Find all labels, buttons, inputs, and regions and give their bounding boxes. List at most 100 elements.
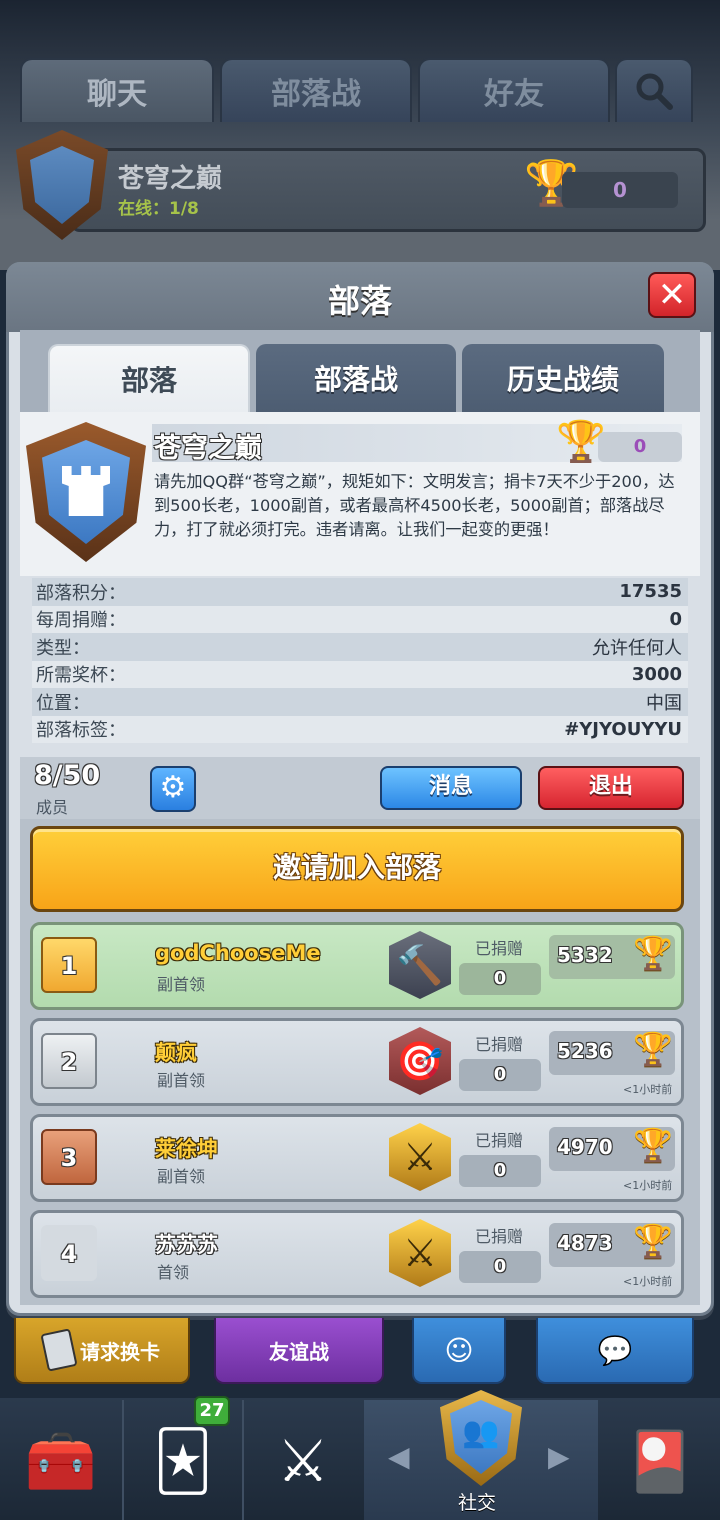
stat-value: 允许任何人: [592, 637, 682, 659]
chat-button[interactable]: 💬: [536, 1318, 694, 1384]
nav-battle[interactable]: ⚔: [244, 1402, 362, 1520]
smiley-chat-icon: ☺: [444, 1333, 474, 1367]
chat-bubble-icon: 💬: [597, 1333, 633, 1367]
stat-value: 中国: [646, 692, 682, 714]
stat-value: 3000: [631, 663, 682, 685]
nav-social-label: 社交: [458, 1492, 497, 1514]
member-name: 苏苏苏: [155, 1233, 218, 1257]
cards-count-badge: 27: [194, 1396, 230, 1426]
tower-icon: [62, 466, 110, 516]
friendly-battle-button[interactable]: 友谊战: [214, 1318, 384, 1384]
tab-clan-war-info[interactable]: 部落战: [256, 344, 456, 412]
member-label: 成员: [36, 798, 69, 817]
stat-value[interactable]: #YJYOUYYU: [564, 719, 682, 740]
treasure-chest-icon: 🧰: [24, 1427, 98, 1495]
member-row[interactable]: 1 godChooseMe 副首领 🔨 已捐赠 0 5332 🏆: [30, 922, 684, 1010]
member-trophies: 4873: [557, 1231, 613, 1255]
banner-clan-name: 苍穹之巅: [118, 164, 223, 194]
friendly-battle-label: 友谊战: [269, 1339, 329, 1364]
request-cards-label: 请求换卡: [80, 1339, 160, 1364]
card-icon: [40, 1328, 78, 1372]
member-trophies: 5332: [557, 943, 613, 967]
donated-label: 已捐赠: [475, 939, 524, 958]
last-seen: <1小时前: [623, 1179, 673, 1192]
target-icon: 🎯: [389, 1027, 451, 1095]
nav-shop[interactable]: 🧰: [0, 1402, 122, 1520]
donated-label: 已捐赠: [475, 1035, 524, 1054]
request-cards-button[interactable]: 请求换卡: [14, 1318, 190, 1384]
rank-badge: 2: [41, 1033, 97, 1089]
tab-chat[interactable]: 聊天: [20, 58, 214, 122]
donated-count: 0: [459, 1251, 541, 1283]
last-seen: <1小时前: [623, 1083, 673, 1096]
stat-label: 位置：: [36, 692, 90, 714]
panel-title: 部落: [327, 282, 392, 320]
stat-label: 部落积分：: [36, 582, 126, 604]
tab-friends[interactable]: 好友: [418, 58, 610, 122]
nav-events[interactable]: 🎴: [600, 1402, 720, 1520]
chevron-right-icon: ▶: [548, 1440, 570, 1473]
trophy-icon: 🏆: [633, 1126, 673, 1164]
stat-value: 17535: [619, 581, 682, 603]
donated-count: 0: [459, 1059, 541, 1091]
tab-war-history[interactable]: 历史战绩: [462, 344, 664, 412]
banner-war-trophies: 0: [562, 172, 678, 208]
member-row[interactable]: 3 莱徐坤 副首领 ⚔ 已捐赠 0 4970 🏆 <1小时前: [30, 1114, 684, 1202]
stat-value: 0: [669, 608, 682, 630]
message-button[interactable]: 消息: [380, 766, 522, 810]
clan-war-trophies: 0: [598, 432, 682, 462]
clan-name: 苍穹之巅: [154, 433, 262, 464]
search-icon: [636, 73, 673, 110]
stat-row-type: 类型： 允许任何人: [32, 633, 688, 661]
laurel-cards-icon: 🎴: [623, 1427, 697, 1495]
stat-row-location: 位置： 中国: [32, 688, 688, 716]
member-name: 颠疯: [155, 1041, 197, 1065]
member-row[interactable]: 2 颠疯 副首领 🎯 已捐赠 0 5236 🏆 <1小时前: [30, 1018, 684, 1106]
donated-count: 0: [459, 963, 541, 995]
stat-row-weekly-donations: 每周捐赠： 0: [32, 605, 688, 633]
emote-button[interactable]: ☺: [412, 1318, 506, 1384]
last-seen: <1小时前: [623, 1275, 673, 1288]
member-role: 副首领: [157, 975, 206, 994]
close-button[interactable]: ✕: [648, 272, 696, 318]
settings-button[interactable]: ⚙: [150, 766, 196, 812]
trophy-icon: 🏆: [633, 934, 673, 972]
stat-label: 所需奖杯：: [36, 665, 126, 687]
crossed-swords-icon: ⚔: [389, 1219, 451, 1287]
member-role: 首领: [157, 1263, 190, 1282]
gear-icon: ⚙: [159, 770, 187, 805]
member-count: 8/50: [34, 760, 101, 791]
member-trophies: 4970: [557, 1135, 613, 1159]
search-button[interactable]: [615, 58, 693, 122]
member-row[interactable]: 4 苏苏苏 首领 ⚔ 已捐赠 0 4873 🏆 <1小时前: [30, 1210, 684, 1298]
rank-badge: 1: [41, 937, 97, 993]
donated-label: 已捐赠: [475, 1131, 524, 1150]
invite-button[interactable]: 邀请加入部落: [30, 826, 684, 912]
stat-row-required-trophies: 所需奖杯： 3000: [32, 660, 688, 688]
chevron-left-icon: ◀: [388, 1440, 410, 1473]
stat-row-clan-tag: 部落标签： #YJYOUYYU: [32, 715, 688, 743]
leave-clan-button[interactable]: 退出: [538, 766, 684, 810]
stat-label: 每周捐赠：: [36, 610, 126, 632]
clan-stats: 部落积分： 17535 每周捐赠： 0 类型： 允许任何人 所需奖杯： 3000…: [32, 578, 688, 743]
trophy-icon: 🏆: [633, 1030, 673, 1068]
donated-count: 0: [459, 1155, 541, 1187]
stat-row-score: 部落积分： 17535: [32, 578, 688, 606]
hammer-icon: 🔨: [389, 931, 451, 999]
crossed-swords-icon: ⚔: [389, 1123, 451, 1191]
tab-clan-war[interactable]: 部落战: [220, 58, 412, 122]
cards-icon: 🃏: [153, 1427, 213, 1495]
tab-clan-info[interactable]: 部落: [48, 344, 250, 412]
member-role: 副首领: [157, 1071, 206, 1090]
stat-label: 类型：: [36, 637, 90, 659]
trophy-icon: 🏆: [633, 1222, 673, 1260]
banner-online-count: 在线：1/8: [118, 199, 199, 219]
clan-description: 请先加QQ群“苍穹之巅”，规矩如下：文明发言；捐卡7天不少于200，达到500长…: [154, 472, 675, 539]
member-name: godChooseMe: [155, 941, 321, 965]
stat-label: 部落标签：: [36, 720, 126, 742]
member-role: 副首领: [157, 1167, 206, 1186]
member-name: 莱徐坤: [155, 1137, 218, 1161]
rank-badge: 4: [41, 1225, 97, 1281]
rank-badge: 3: [41, 1129, 97, 1185]
donated-label: 已捐赠: [475, 1227, 524, 1246]
